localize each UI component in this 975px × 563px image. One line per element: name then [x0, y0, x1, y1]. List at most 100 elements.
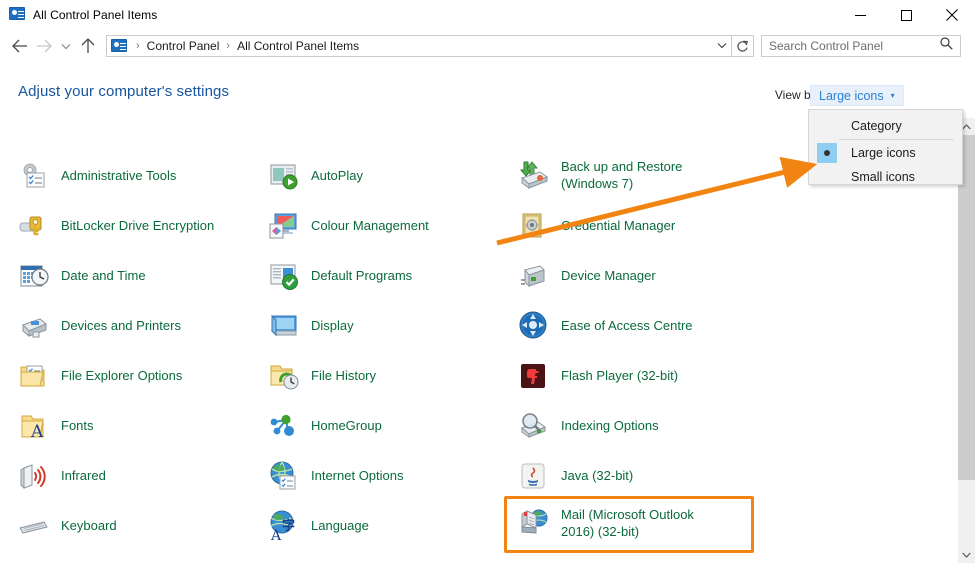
control-panel-item[interactable]: AutoPlay [268, 160, 363, 192]
item-label: Date and Time [61, 268, 146, 283]
chevron-down-icon: ▾ [890, 91, 895, 100]
item-label: BitLocker Drive Encryption [61, 218, 215, 233]
control-panel-item[interactable]: Display [268, 310, 354, 342]
control-panel-item[interactable]: Credential Manager [518, 210, 675, 242]
indexing-options-icon [518, 410, 550, 442]
control-panel-icon [9, 7, 25, 23]
control-panel-item[interactable]: HomeGroup [268, 410, 382, 442]
address-control-panel-icon [111, 38, 127, 54]
item-label: File History [311, 368, 377, 383]
control-panel-item[interactable]: Devices and Printers [18, 310, 181, 342]
window-title: All Control Panel Items [33, 8, 158, 22]
item-label: Device Manager [561, 268, 656, 283]
homegroup-icon [268, 410, 300, 442]
close-button[interactable] [929, 0, 975, 30]
back-icon[interactable] [8, 34, 32, 58]
credential-manager-icon [518, 210, 550, 242]
item-label: Colour Management [311, 218, 429, 233]
fonts-icon: A [18, 410, 50, 442]
forward-icon [32, 34, 56, 58]
ease-of-access-icon [518, 310, 550, 342]
item-label: Flash Player (32-bit) [561, 368, 679, 383]
control-panel-item[interactable]: Ease of Access Centre [518, 310, 693, 342]
search-input[interactable]: Search Control Panel [762, 39, 883, 53]
item-label: Administrative Tools [61, 168, 177, 183]
refresh-icon[interactable] [732, 35, 754, 57]
item-label: Java (32-bit) [561, 468, 634, 483]
scroll-down-icon[interactable] [958, 546, 975, 563]
control-panel-item[interactable]: Date and Time [18, 260, 146, 292]
menu-item-large-icons[interactable]: Large icons [809, 141, 962, 165]
item-label: AutoPlay [311, 168, 364, 183]
control-panel-item[interactable]: Internet Options [268, 460, 404, 492]
menu-item-label: Large icons [851, 146, 916, 160]
control-panel-item[interactable]: BitLocker Drive Encryption [18, 210, 214, 242]
flash-player-icon [518, 360, 550, 392]
display-icon [268, 310, 300, 342]
control-panel-item[interactable]: Java (32-bit) [518, 460, 633, 492]
control-panel-item[interactable]: File History [268, 360, 376, 392]
menu-separator [839, 139, 954, 140]
menu-item-small-icons[interactable]: Small icons [809, 165, 962, 189]
svg-text:A: A [30, 422, 44, 442]
colour-management-icon [268, 210, 300, 242]
item-label: HomeGroup [311, 418, 382, 433]
control-panel-window: All Control Panel Items › Control Panel … [0, 0, 975, 563]
control-panel-item[interactable]: Administrative Tools [18, 160, 176, 192]
item-label: Language [311, 518, 369, 533]
control-panel-item[interactable]: File Explorer Options [18, 360, 182, 392]
administrative-tools-icon [18, 160, 50, 192]
breadcrumb-item-control-panel[interactable]: Control Panel [145, 39, 222, 53]
device-manager-icon [518, 260, 550, 292]
control-panel-item[interactable]: A Fonts [18, 410, 94, 442]
maximize-button[interactable] [883, 0, 929, 30]
breadcrumb-item-all-control-panel-items[interactable]: All Control Panel Items [235, 39, 361, 53]
highlight-box-mail [504, 496, 754, 553]
navigation-bar: › Control Panel › All Control Panel Item… [0, 30, 975, 62]
java-icon [518, 460, 550, 492]
control-panel-item[interactable]: Flash Player (32-bit) [518, 360, 678, 392]
menu-item-label: Small icons [851, 170, 915, 184]
control-panel-item[interactable]: Default Programs [268, 260, 412, 292]
control-panel-item[interactable]: Colour Management [268, 210, 429, 242]
view-by-value: Large icons [819, 88, 884, 103]
infrared-icon [18, 460, 50, 492]
control-panel-item[interactable]: Keyboard [18, 510, 117, 542]
item-label: Keyboard [61, 518, 117, 533]
control-panel-item[interactable]: Infrared [18, 460, 106, 492]
search-box[interactable]: Search Control Panel [761, 35, 961, 57]
item-label: Indexing Options [561, 418, 659, 433]
control-panel-item[interactable]: Back up and Restore (Windows 7) [518, 158, 682, 192]
recent-locations-icon[interactable] [56, 34, 76, 58]
bitlocker-icon [18, 210, 50, 242]
breadcrumb-separator: › [136, 40, 140, 52]
control-panel-item[interactable]: Device Manager [518, 260, 656, 292]
devices-printers-icon [18, 310, 50, 342]
language-icon: 字 A [268, 510, 300, 544]
item-label: Infrared [61, 468, 106, 483]
minimize-button[interactable] [837, 0, 883, 30]
item-label: Credential Manager [561, 218, 676, 233]
autoplay-icon [268, 160, 300, 192]
control-panel-item[interactable]: 字 A Language [268, 510, 369, 544]
address-dropdown-icon[interactable] [713, 41, 731, 52]
up-icon[interactable] [76, 34, 100, 58]
window-controls [837, 0, 975, 30]
svg-text:A: A [270, 528, 282, 542]
item-label: Internet Options [311, 468, 404, 483]
backup-restore-icon [518, 158, 550, 190]
breadcrumb-separator: › [226, 40, 231, 52]
search-icon[interactable] [940, 37, 953, 55]
view-by-dropdown[interactable]: Large icons ▾ [810, 85, 904, 106]
view-by-menu[interactable]: Category Large icons Small icons [808, 109, 963, 185]
item-label: Back up and Restore (Windows 7) [561, 159, 683, 191]
item-label: Fonts [61, 418, 94, 433]
address-bar[interactable]: › Control Panel › All Control Panel Item… [106, 35, 732, 57]
item-label: Display [311, 318, 354, 333]
file-explorer-options-icon [18, 360, 50, 392]
svg-text:字: 字 [282, 518, 295, 534]
control-panel-item[interactable]: Indexing Options [518, 410, 659, 442]
menu-item-category[interactable]: Category [809, 114, 962, 138]
item-label: Devices and Printers [61, 318, 181, 333]
keyboard-icon [18, 510, 50, 542]
